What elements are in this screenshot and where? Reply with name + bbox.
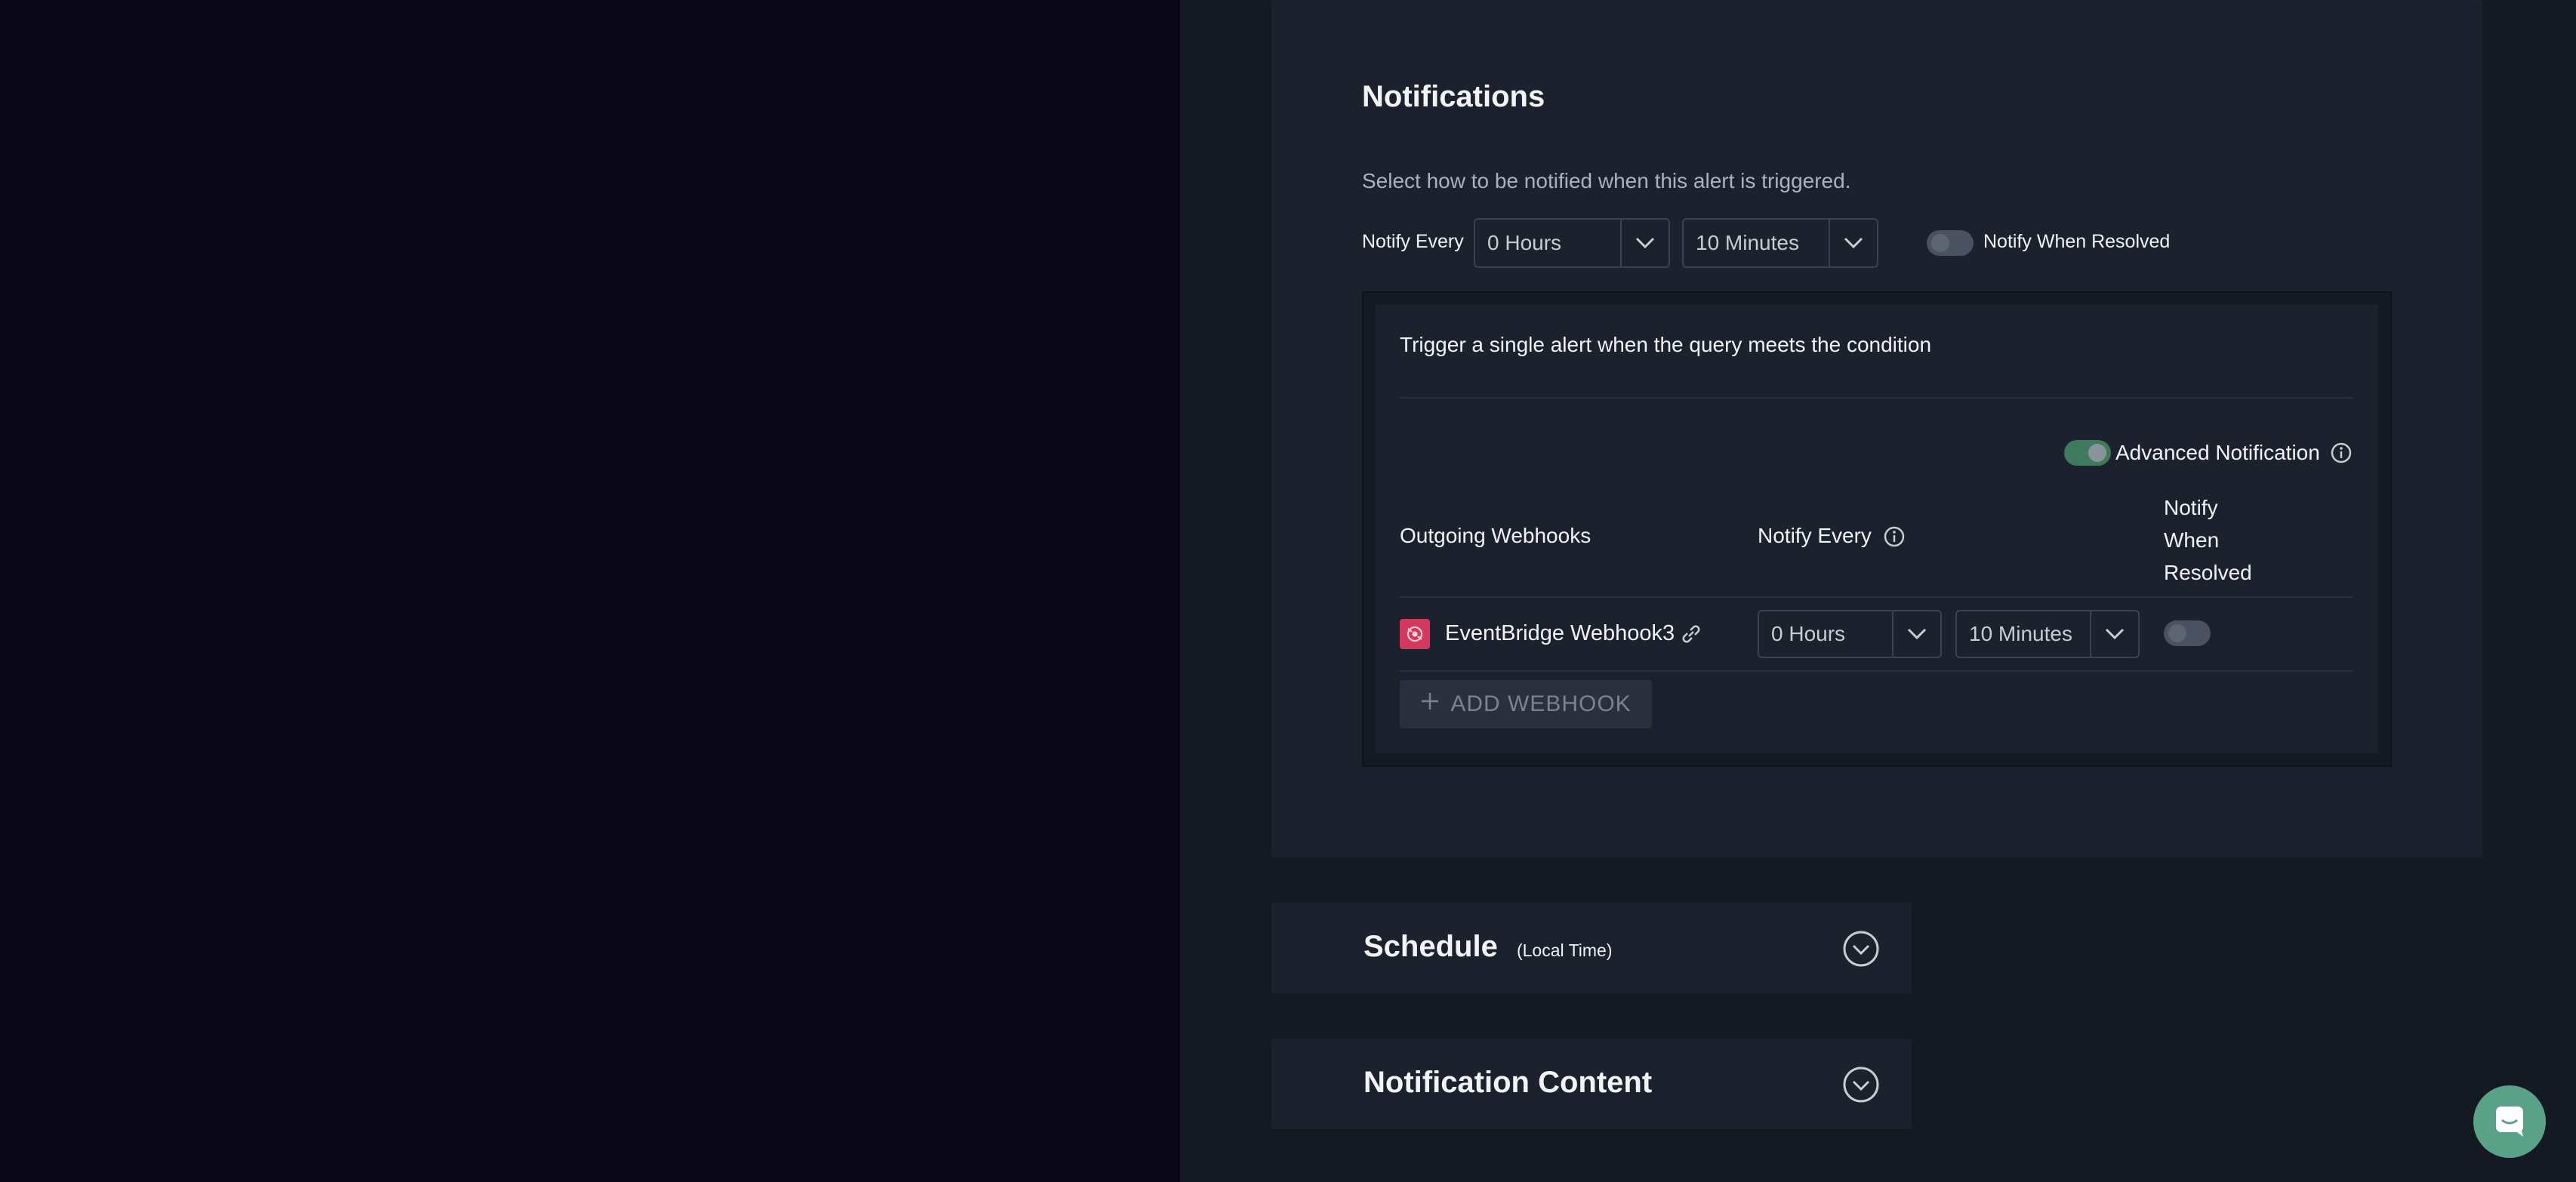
notifications-description: Select how to be notified when this aler…: [1362, 169, 1851, 192]
trigger-text: Trigger a single alert when the query me…: [1400, 333, 1932, 356]
col-notify-when-resolved: Notify When Resolved: [2164, 491, 2252, 589]
webhook-name: EventBridge Webhook3: [1445, 621, 1675, 645]
chevron-circle-icon[interactable]: [1842, 930, 1880, 968]
chevron-down-icon: [1829, 220, 1877, 266]
chevron-circle-icon[interactable]: [1842, 1066, 1880, 1104]
notify-when-resolved-label: Notify When Resolved: [1983, 231, 2171, 252]
webhook-hours-select[interactable]: 0 Hours: [1758, 610, 1942, 658]
chevron-down-icon: [1892, 611, 1940, 657]
webhook-hours-value: 0 Hours: [1771, 622, 1846, 645]
col-notify-every: Notify Every: [1758, 524, 1872, 547]
webhook-minutes-value: 10 Minutes: [1969, 622, 2072, 645]
notification-content-card[interactable]: Notification Content: [1271, 1039, 1912, 1129]
link-icon[interactable]: [1680, 623, 1702, 649]
advanced-notification-toggle[interactable]: [2064, 440, 2111, 466]
col-outgoing-webhooks: Outgoing Webhooks: [1400, 524, 1592, 547]
schedule-title-text: Schedule: [1363, 930, 1498, 963]
notify-hours-select[interactable]: 0 Hours: [1474, 218, 1670, 268]
info-icon[interactable]: [2330, 442, 2353, 468]
chevron-down-icon: [2090, 611, 2138, 657]
schedule-subtitle: (Local Time): [1516, 940, 1613, 960]
notify-hours-value: 0 Hours: [1487, 231, 1562, 254]
left-pane: [0, 0, 1180, 1182]
notification-content-title: Notification Content: [1363, 1066, 1653, 1099]
divider: [1400, 596, 2353, 598]
add-webhook-label: ADD WEBHOOK: [1450, 691, 1632, 716]
schedule-card[interactable]: Schedule (Local Time): [1271, 903, 1912, 993]
divider: [1400, 397, 2353, 399]
add-webhook-button[interactable]: ADD WEBHOOK: [1400, 680, 1652, 728]
webhook-resolved-toggle[interactable]: [2164, 620, 2211, 646]
col-resolved-line: Resolved: [2164, 561, 2252, 584]
webhook-minutes-select[interactable]: 10 Minutes: [1955, 610, 2140, 658]
info-icon[interactable]: [1883, 525, 1906, 552]
advanced-notification-label: Advanced Notification: [2115, 441, 2320, 464]
chat-launcher-button[interactable]: [2473, 1085, 2546, 1158]
col-resolved-line: When: [2164, 528, 2220, 552]
notify-minutes-value: 10 Minutes: [1696, 231, 1799, 254]
notifications-title: Notifications: [1362, 80, 1545, 113]
chevron-down-icon: [1620, 220, 1669, 266]
schedule-title: Schedule (Local Time): [1363, 930, 1613, 964]
notify-when-resolved-toggle[interactable]: [1927, 230, 1974, 256]
divider: [1400, 670, 2353, 672]
notify-every-label: Notify Every: [1362, 231, 1464, 252]
notify-minutes-select[interactable]: 10 Minutes: [1682, 218, 1878, 268]
plus-icon: [1420, 691, 1440, 717]
col-resolved-line: Notify: [2164, 496, 2218, 519]
eventbridge-icon: [1400, 619, 1430, 649]
chat-icon: [2491, 1102, 2528, 1142]
